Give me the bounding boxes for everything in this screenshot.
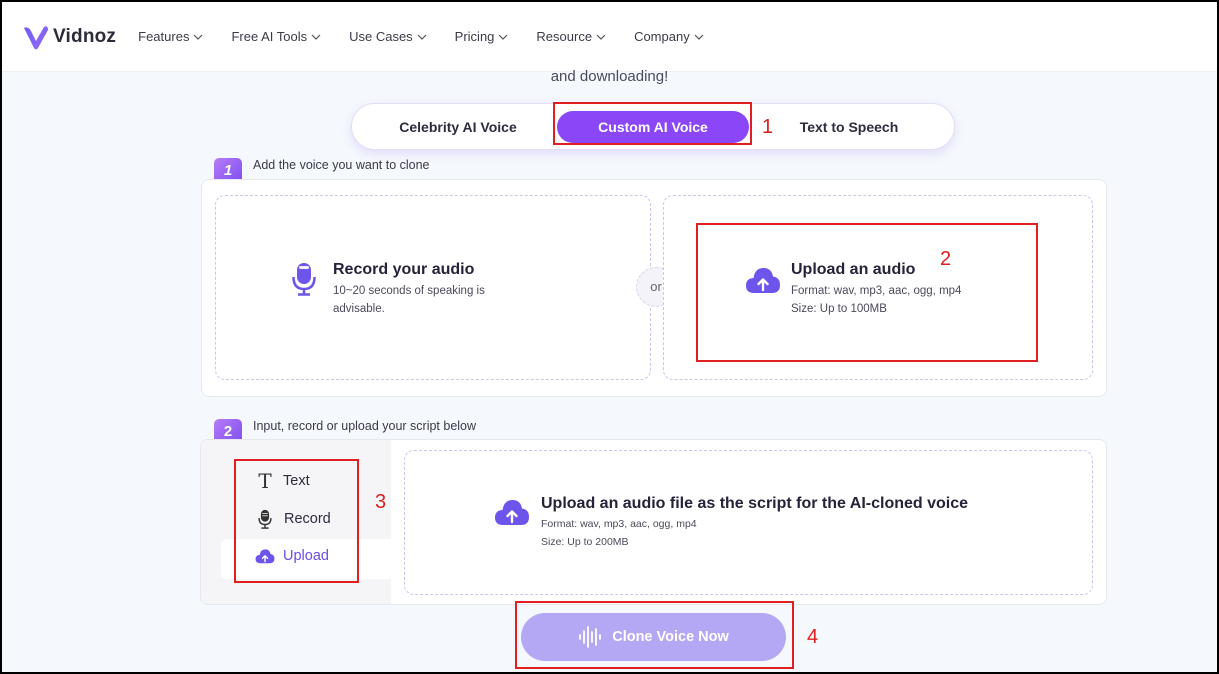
- nav-label: Free AI Tools: [231, 29, 308, 44]
- chevron-down-icon: [498, 34, 508, 40]
- chevron-down-icon: [694, 34, 704, 40]
- chevron-down-icon: [311, 34, 321, 40]
- brand-name: Vidnoz: [53, 25, 117, 47]
- nav-pricing[interactable]: Pricing: [455, 29, 509, 44]
- hero-subtitle: and downloading!: [550, 68, 669, 84]
- nav-label: Resource: [536, 29, 593, 44]
- tab-text-to-speech[interactable]: Text to Speech: [784, 119, 914, 135]
- annotation-box-1: [553, 102, 752, 145]
- record-audio-card[interactable]: Record your audio 10~20 seconds of speak…: [215, 195, 651, 380]
- nav-label: Use Cases: [349, 29, 413, 44]
- cloud-upload-icon: [495, 500, 529, 525]
- annotation-number-3: 3: [375, 491, 387, 513]
- script-upload-format: Format: wav, mp3, aac, ogg, mp4: [541, 518, 697, 530]
- script-upload-title: Upload an audio file as the script for t…: [541, 495, 969, 512]
- step-1-label: Add the voice you want to clone: [253, 158, 430, 172]
- annotation-box-4: [515, 601, 794, 669]
- nav-free-ai-tools[interactable]: Free AI Tools: [231, 29, 321, 44]
- microphone-icon: [292, 263, 316, 296]
- chevron-down-icon: [417, 34, 427, 40]
- chevron-down-icon: [596, 34, 606, 40]
- script-upload-dropzone[interactable]: Upload an audio file as the script for t…: [404, 450, 1093, 595]
- chevron-down-icon: [194, 34, 203, 40]
- nav-label: Company: [634, 29, 690, 44]
- nav-label: Pricing: [454, 29, 495, 44]
- annotation-number-1: 1: [762, 116, 774, 138]
- record-audio-title: Record your audio: [333, 261, 475, 278]
- nav-features[interactable]: Features: [138, 29, 203, 44]
- brand-logo[interactable]: Vidnoz: [22, 23, 116, 51]
- nav-resource[interactable]: Resource: [536, 29, 606, 44]
- nav-company[interactable]: Company: [634, 29, 704, 44]
- annotation-box-3: [234, 459, 359, 583]
- record-audio-description: 10~20 seconds of speaking is advisable.: [333, 285, 485, 315]
- script-upload-size: Size: Up to 200MB: [541, 536, 629, 548]
- nav-label: Features: [138, 29, 190, 44]
- step-2-label: Input, record or upload your script belo…: [253, 419, 477, 433]
- vidnoz-logo-icon: [24, 25, 48, 49]
- nav-use-cases[interactable]: Use Cases: [349, 29, 427, 44]
- annotation-box-2: [696, 223, 1038, 362]
- annotation-number-4: 4: [807, 626, 819, 648]
- top-navigation: Vidnoz Features Free AI Tools Use Cases …: [2, 2, 1217, 72]
- annotation-number-2: 2: [940, 248, 952, 270]
- tab-celebrity-ai-voice[interactable]: Celebrity AI Voice: [392, 119, 524, 135]
